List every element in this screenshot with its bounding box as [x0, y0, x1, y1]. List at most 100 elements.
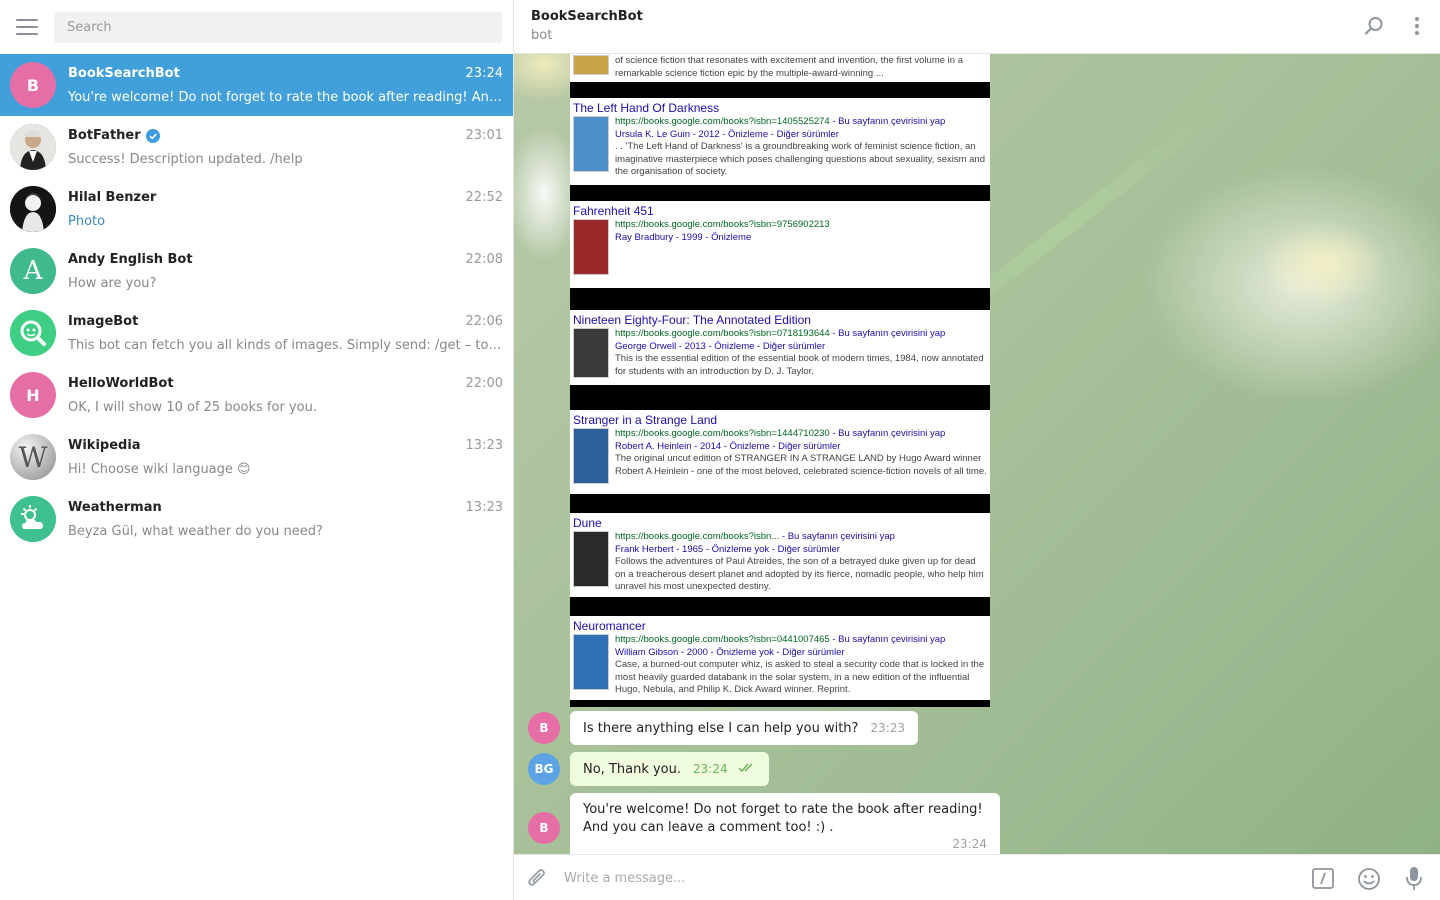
book-meta: Ray Bradbury - 1999 - Önizleme — [615, 231, 752, 243]
sidebar-header — [0, 0, 513, 54]
chat-wallpaper: of science fiction that resonates with e… — [514, 54, 1440, 854]
book-result: Fahrenheit 451 https://books.google.com/… — [570, 201, 990, 288]
conversation-title[interactable]: BookSearchBot — [531, 9, 1423, 24]
book-title[interactable]: Nineteen Eighty-Four: The Annotated Edit… — [573, 313, 987, 327]
book-result: Nineteen Eighty-Four: The Annotated Edit… — [570, 310, 990, 385]
chat-time: 13:23 — [465, 438, 503, 453]
book-result: Neuromancer https://books.google.com/boo… — [570, 616, 990, 700]
microphone-icon[interactable] — [1405, 866, 1423, 895]
book-cover — [573, 634, 609, 690]
chat-time: 23:01 — [465, 128, 503, 143]
book-description: . . 'The Left Hand of Darkness' is a gro… — [615, 141, 985, 177]
avatar[interactable]: B — [528, 812, 560, 844]
book-cover — [573, 328, 609, 378]
book-url[interactable]: https://books.google.com/books?isbn=1444… — [615, 428, 830, 439]
book-title[interactable]: Neuromancer — [573, 619, 987, 633]
book-url[interactable]: https://books.google.com/books?isbn... — [615, 531, 779, 542]
chat-name: BookSearchBot — [68, 66, 180, 81]
verified-icon — [145, 128, 160, 143]
book-title[interactable]: Fahrenheit 451 — [573, 204, 987, 218]
chat-last-message: Hi! Choose wiki language 😊 — [68, 461, 251, 477]
book-cover — [573, 428, 609, 484]
translate-link[interactable]: - Bu sayfanın çevirisini yap — [832, 116, 945, 127]
avatar: W — [10, 434, 56, 480]
book-results-image[interactable]: of science fiction that resonates with e… — [570, 54, 990, 707]
message-composer — [514, 854, 1440, 900]
chat-time: 22:06 — [465, 314, 503, 329]
avatar: B — [10, 62, 56, 108]
chat-list-sidebar: B BookSearchBot 23:24 You're welcome! Do … — [0, 0, 514, 900]
menu-icon[interactable] — [16, 19, 38, 35]
chat-item-hilal-benzer[interactable]: Hilal Benzer 22:52 Photo — [0, 178, 513, 240]
chat-item-imagebot[interactable]: ImageBot 22:06 This bot can fetch you all… — [0, 302, 513, 364]
avatar — [10, 124, 56, 170]
book-description: Case, a burned-out computer whiz, is ask… — [615, 659, 985, 695]
chat-item-botfather[interactable]: BotFather 23:01 Success! Description upd… — [0, 116, 513, 178]
book-description: of science fiction that resonates with e… — [615, 55, 963, 79]
incoming-message[interactable]: Is there anything else I can help you wi… — [570, 711, 919, 745]
book-url[interactable]: https://books.google.com/books?isbn=1405… — [615, 116, 830, 127]
chat-last-message: OK, I will show 10 of 25 books for you. — [68, 399, 317, 415]
chat-item-andy-english-bot[interactable]: A Andy English Bot 22:08 How are you? — [0, 240, 513, 302]
conversation-header: BookSearchBot bot — [514, 0, 1440, 54]
book-result: The Left Hand Of Darkness https://books.… — [570, 98, 990, 185]
message-time: 23:23 — [870, 721, 906, 735]
chat-time: 23:24 — [465, 66, 503, 81]
more-vertical-icon[interactable] — [1414, 16, 1420, 40]
chat-last-message: Success! Description updated. /help — [68, 151, 303, 167]
chat-item-helloworldbot[interactable]: H HelloWorldBot 22:00 OK, I will show 10 … — [0, 364, 513, 426]
chat-item-wikipedia[interactable]: W Wikipedia 13:23 Hi! Choose wiki languag… — [0, 426, 513, 488]
conversation-status: bot — [531, 28, 553, 43]
book-cover — [573, 219, 609, 275]
avatar — [10, 186, 56, 232]
translate-link[interactable]: - Bu sayfanın çevirisini yap — [832, 428, 945, 439]
translate-link[interactable]: - Bu sayfanın çevirisini yap — [782, 531, 895, 542]
avatar: A — [10, 248, 56, 294]
message-input[interactable] — [564, 867, 1264, 889]
message-time: 23:24 — [952, 837, 987, 851]
chat-last-message: This bot can fetch you all kinds of imag… — [68, 337, 503, 353]
chat-last-message: Photo — [68, 213, 106, 229]
chat-name: Andy English Bot — [68, 252, 193, 267]
chat-name: BotFather — [68, 128, 141, 143]
book-title[interactable]: Dune — [573, 516, 987, 530]
chat-item-weatherman[interactable]: Weatherman 13:23 Beyza Gül, what weather … — [0, 488, 513, 550]
avatar[interactable]: B — [528, 712, 560, 744]
chat-name: Weatherman — [68, 500, 162, 515]
outgoing-message[interactable]: No, Thank you. 23:24 — [570, 752, 769, 786]
message-text: You're welcome! Do not forget to rate th… — [583, 802, 983, 835]
message-time: 23:24 — [693, 762, 728, 776]
conversation-pane: BookSearchBot bot of science fiction tha… — [514, 0, 1440, 900]
book-meta: George Orwell - 2013 - Önizleme - Diğer … — [615, 340, 826, 352]
chat-name: Wikipedia — [68, 438, 141, 453]
book-meta: William Gibson - 2000 - Önizleme yok - D… — [615, 646, 845, 658]
avatar[interactable]: BG — [528, 753, 560, 785]
emoji-icon[interactable] — [1357, 867, 1381, 895]
search-input[interactable] — [54, 11, 502, 43]
avatar — [10, 496, 56, 542]
translate-link[interactable]: - Bu sayfanın çevirisini yap — [832, 328, 945, 339]
translate-link[interactable]: - Bu sayfanın çevirisini yap — [832, 634, 945, 645]
attach-icon[interactable] — [526, 866, 548, 894]
bot-command-icon[interactable] — [1312, 868, 1334, 893]
book-description: The original uncut edition of STRANGER I… — [615, 453, 987, 477]
chat-name: HelloWorldBot — [68, 376, 174, 391]
chat-last-message: You're welcome! Do not forget to rate th… — [68, 89, 503, 105]
chat-item-booksearchbot[interactable]: B BookSearchBot 23:24 You're welcome! Do … — [0, 54, 513, 116]
book-url[interactable]: https://books.google.com/books?isbn=0718… — [615, 328, 830, 339]
book-result: Dune https://books.google.com/books?isbn… — [570, 513, 990, 597]
book-title[interactable]: Stranger in a Strange Land — [573, 413, 987, 427]
chat-time: 22:00 — [465, 376, 503, 391]
book-cover — [573, 55, 609, 75]
avatar: H — [10, 372, 56, 418]
chat-time: 22:52 — [465, 190, 503, 205]
book-result: Stranger in a Strange Land https://books… — [570, 410, 990, 494]
book-meta: Robert A. Heinlein - 2014 - Önizleme - D… — [615, 440, 841, 452]
search-icon[interactable] — [1364, 16, 1384, 40]
book-url[interactable]: https://books.google.com/books?isbn=0441… — [615, 634, 830, 645]
book-title[interactable]: The Left Hand Of Darkness — [573, 101, 987, 115]
incoming-message[interactable]: You're welcome! Do not forget to rate th… — [570, 793, 1000, 854]
book-url[interactable]: https://books.google.com/books?isbn=9756… — [615, 219, 830, 230]
chat-name: Hilal Benzer — [68, 190, 157, 205]
chat-name: ImageBot — [68, 314, 139, 329]
